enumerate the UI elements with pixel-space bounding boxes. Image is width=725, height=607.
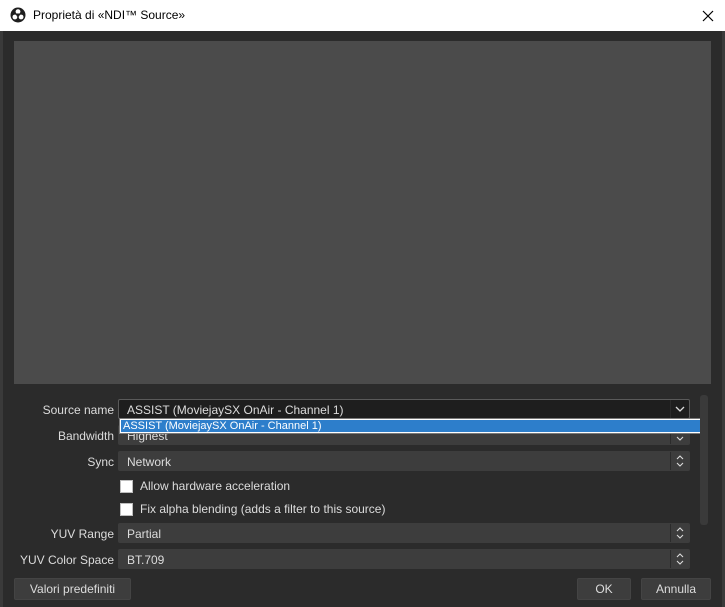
sync-select[interactable]: Network xyxy=(118,451,690,471)
source-name-value: ASSIST (MoviejaySX OnAir - Channel 1) xyxy=(127,403,344,417)
title-bar: Proprietà di «NDI™ Source» xyxy=(0,0,725,32)
yuv-color-space-label: YUV Color Space xyxy=(19,553,114,567)
fix-alpha-label: Fix alpha blending (adds a filter to thi… xyxy=(140,502,386,516)
yuv-color-space-select[interactable]: BT.709 xyxy=(118,549,690,569)
fix-alpha-checkbox[interactable]: Fix alpha blending (adds a filter to thi… xyxy=(120,502,385,516)
bandwidth-label: Bandwidth xyxy=(57,429,114,443)
cancel-button[interactable]: Annulla xyxy=(641,578,711,600)
checkbox-box[interactable] xyxy=(120,502,133,516)
yuv-range-value: Partial xyxy=(127,527,162,541)
window-title: Proprietà di «NDI™ Source» xyxy=(33,8,186,22)
source-name-select[interactable]: ASSIST (MoviejaySX OnAir - Channel 1) xyxy=(118,399,690,419)
close-icon xyxy=(702,10,714,21)
ok-button[interactable]: OK xyxy=(577,578,631,600)
chevron-down-icon[interactable] xyxy=(670,400,689,418)
yuv-range-select[interactable]: Partial xyxy=(118,523,690,543)
source-name-label: Source name xyxy=(42,403,114,417)
source-preview xyxy=(14,41,711,384)
properties-panel: Source name ASSIST (MoviejaySX OnAir - C… xyxy=(14,389,711,569)
yuv-color-space-value: BT.709 xyxy=(127,553,165,567)
updown-arrows-icon[interactable] xyxy=(670,524,689,542)
yuv-range-label: YUV Range xyxy=(50,527,114,541)
sync-label: Sync xyxy=(87,455,114,469)
scrollbar-thumb[interactable] xyxy=(700,395,708,525)
source-name-dropdown-list: ASSIST (MoviejaySX OnAir - Channel 1) xyxy=(119,418,702,434)
properties-scrollbar[interactable] xyxy=(700,395,708,525)
allow-hw-accel-label: Allow hardware acceleration xyxy=(140,479,291,493)
updown-arrows-icon[interactable] xyxy=(670,452,689,470)
dropdown-option[interactable]: ASSIST (MoviejaySX OnAir - Channel 1) xyxy=(121,420,700,432)
obs-logo-icon xyxy=(10,7,26,23)
defaults-button[interactable]: Valori predefiniti xyxy=(14,578,131,600)
sync-value: Network xyxy=(127,455,172,469)
updown-arrows-icon[interactable] xyxy=(670,550,689,568)
close-button[interactable] xyxy=(691,0,725,31)
checkbox-box[interactable] xyxy=(120,479,133,493)
properties-dialog: Source name ASSIST (MoviejaySX OnAir - C… xyxy=(3,31,722,607)
allow-hw-accel-checkbox[interactable]: Allow hardware acceleration xyxy=(120,479,290,493)
